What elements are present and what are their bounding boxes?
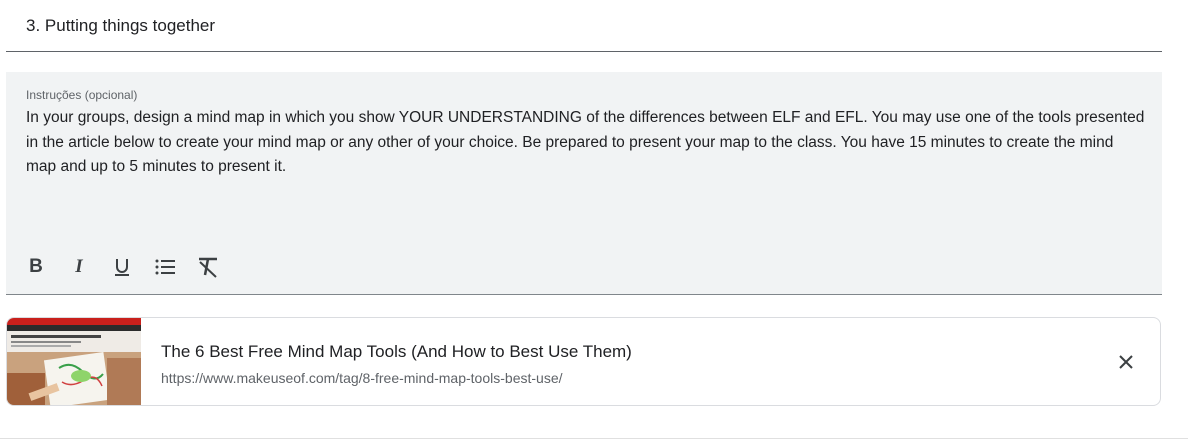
instructions-text[interactable]: In your groups, design a mind map in whi… [26,106,1146,180]
bulleted-list-button[interactable] [149,252,181,282]
clear-formatting-icon [199,257,217,278]
section-title-field[interactable]: 3. Putting things together [6,0,1162,52]
bottom-divider [0,438,1188,439]
underline-icon [115,259,129,276]
link-attachment-card[interactable]: The 6 Best Free Mind Map Tools (And How … [6,317,1161,406]
link-url[interactable]: https://www.makeuseof.com/tag/8-free-min… [161,370,563,386]
format-toolbar: B I [20,252,235,282]
close-icon [1119,355,1133,369]
clear-formatting-button[interactable] [192,252,224,282]
link-title[interactable]: The 6 Best Free Mind Map Tools (And How … [161,342,632,362]
section-title: 3. Putting things together [26,16,216,35]
italic-button[interactable]: I [63,252,95,282]
underline-button[interactable] [106,252,138,282]
instructions-field[interactable]: Instruções (opcional) In your groups, de… [6,72,1162,295]
bulleted-list-icon [155,259,175,275]
bold-button[interactable]: B [20,252,52,282]
remove-link-button[interactable] [1112,348,1140,376]
link-thumbnail [7,318,141,405]
instructions-label: Instruções (opcional) [26,88,138,102]
